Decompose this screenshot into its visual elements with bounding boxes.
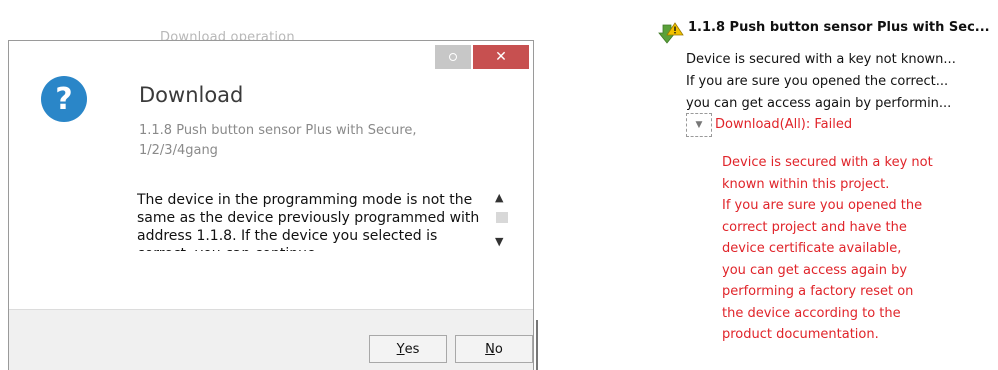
dialog-footer: Yes No xyxy=(9,309,533,370)
download-warning-icon xyxy=(658,22,684,44)
message-scrollbar[interactable]: ▲ ▼ xyxy=(493,191,511,251)
yes-label-rest: es xyxy=(404,341,420,357)
tree-node-summary: Device is secured with a key not known..… xyxy=(686,49,956,115)
error-line: known within this project. xyxy=(722,176,890,192)
error-line: the device according to the xyxy=(722,305,901,321)
restore-icon xyxy=(449,53,457,61)
dialog-message: The device in the programming mode is no… xyxy=(137,192,480,251)
error-details: Device is secured with a key not known w… xyxy=(722,152,982,346)
window-edge xyxy=(536,320,538,370)
expand-toggle[interactable]: ▼ xyxy=(686,113,712,137)
error-line: device certificate available, xyxy=(722,241,902,256)
no-button[interactable]: No xyxy=(455,335,533,363)
chevron-down-icon: ▼ xyxy=(695,120,703,130)
error-line: If you are sure you opened the xyxy=(722,198,923,213)
download-status[interactable]: Download(All): Failed xyxy=(715,117,852,132)
error-line: you can get access again by xyxy=(722,262,908,278)
question-icon: ? xyxy=(41,76,87,122)
summary-line: you can get access again by performin... xyxy=(686,96,952,111)
no-label-rest: o xyxy=(494,341,503,357)
yes-mnemonic: Y xyxy=(396,341,405,357)
error-line: correct project and have the xyxy=(722,219,907,235)
error-line: performing a factory reset on xyxy=(722,284,914,299)
close-icon: ✕ xyxy=(495,49,507,65)
no-mnemonic: N xyxy=(485,341,495,357)
summary-line: If you are sure you opened the correct..… xyxy=(686,74,949,89)
dialog-title: Download xyxy=(139,83,244,107)
summary-line: Device is secured with a key not known..… xyxy=(686,52,956,67)
yes-button[interactable]: Yes xyxy=(369,335,447,363)
scroll-thumb[interactable] xyxy=(496,212,508,223)
tree-node-title[interactable]: 1.1.8 Push button sensor Plus with Sec..… xyxy=(688,20,990,35)
scroll-up-icon[interactable]: ▲ xyxy=(495,191,503,204)
error-line: product documentation. xyxy=(722,327,879,342)
close-button[interactable]: ✕ xyxy=(473,45,529,69)
restore-button[interactable] xyxy=(435,45,471,69)
download-dialog: ✕ ? Download 1.1.8 Push button sensor Pl… xyxy=(8,40,534,370)
error-line: Device is secured with a key not xyxy=(722,155,933,170)
dialog-message-area[interactable]: The device in the programming mode is no… xyxy=(137,191,507,251)
dialog-device-name: 1.1.8 Push button sensor Plus with Secur… xyxy=(139,123,417,158)
scroll-down-icon[interactable]: ▼ xyxy=(495,235,503,248)
